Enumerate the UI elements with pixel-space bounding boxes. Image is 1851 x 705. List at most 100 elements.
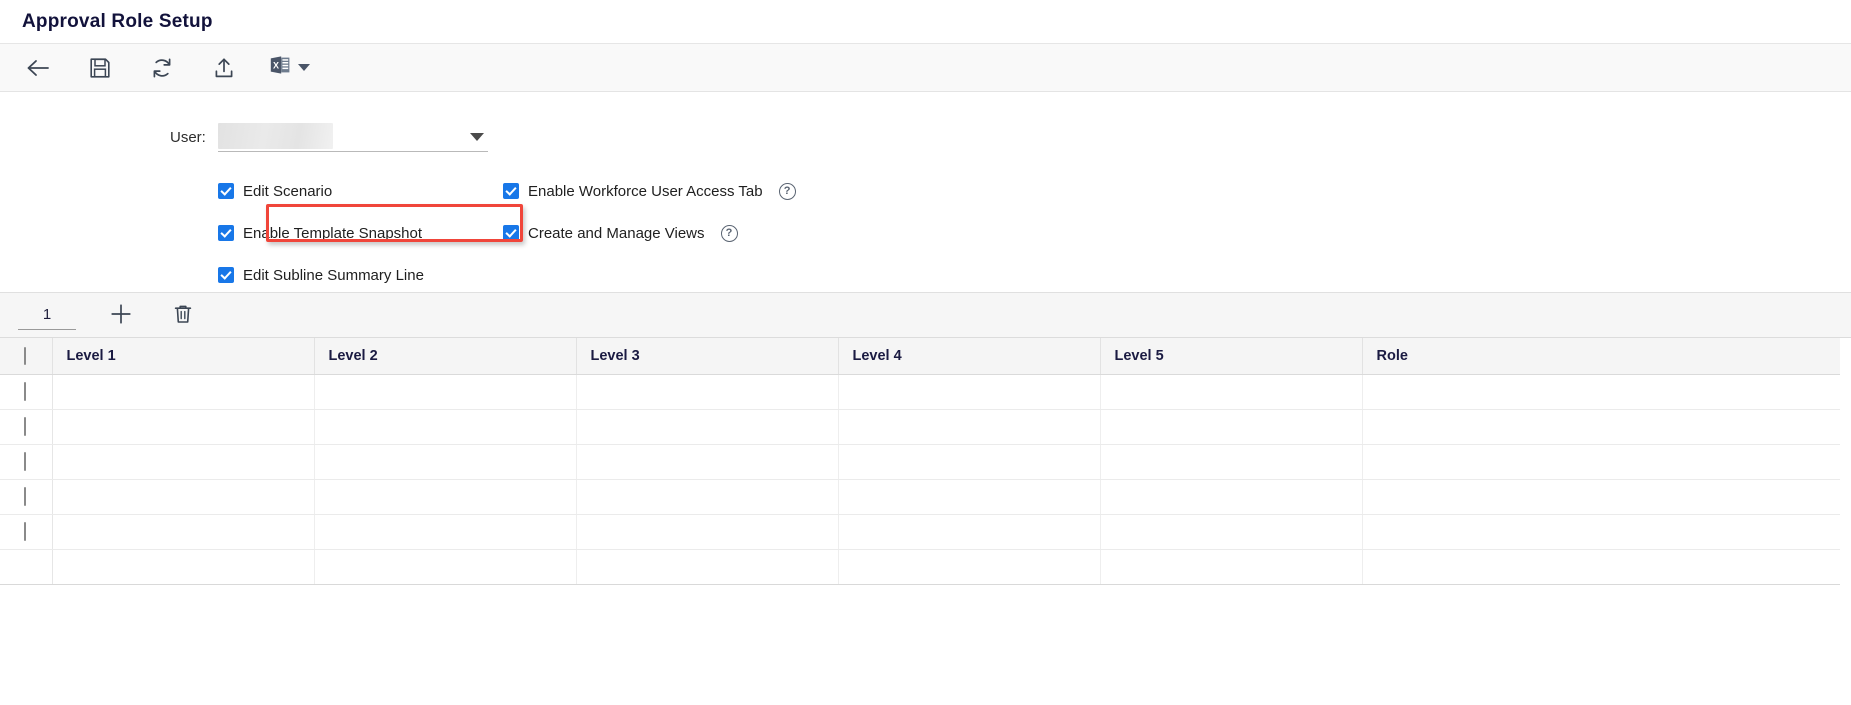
cell-level-2[interactable] — [314, 374, 577, 410]
page-title: Approval Role Setup — [22, 10, 213, 32]
checkbox-checked-icon[interactable] — [503, 225, 519, 241]
column-header-level-5[interactable]: Level 5 — [1100, 338, 1363, 375]
checkbox-checked-icon[interactable] — [218, 225, 234, 241]
grid-header-row: Level 1 Level 2 Level 3 Level 4 Level 5 … — [0, 338, 1840, 375]
plus-icon — [110, 303, 132, 328]
cell-level-3[interactable] — [576, 374, 839, 410]
refresh-icon — [150, 56, 174, 80]
cell-level-3[interactable] — [576, 409, 839, 445]
filler-cell — [314, 549, 577, 584]
column-header-role[interactable]: Role — [1362, 338, 1840, 375]
row-checkbox[interactable] — [24, 521, 27, 541]
row-checkbox[interactable] — [24, 451, 27, 471]
user-select[interactable] — [217, 122, 488, 152]
cell-level-3[interactable] — [576, 479, 839, 515]
row-checkbox[interactable] — [24, 381, 27, 401]
trash-icon — [172, 303, 194, 328]
column-header-level-1[interactable]: Level 1 — [52, 338, 315, 375]
excel-export-button[interactable]: X — [268, 53, 310, 82]
cell-level-2[interactable] — [314, 514, 577, 550]
add-row-button[interactable] — [104, 299, 138, 331]
table-row[interactable] — [0, 444, 1840, 480]
save-disk-icon — [88, 56, 112, 80]
grid-body — [0, 374, 1840, 584]
cell-level-2[interactable] — [314, 479, 577, 515]
filler-cell — [576, 549, 839, 584]
filler-cell — [52, 549, 315, 584]
checkbox-enable-workforce-user-access-tab[interactable]: Enable Workforce User Access Tab ? — [503, 182, 796, 200]
cell-level-5[interactable] — [1100, 514, 1363, 550]
column-header-level-3[interactable]: Level 3 — [576, 338, 839, 375]
cell-level-4[interactable] — [838, 409, 1101, 445]
approval-role-grid: Level 1 Level 2 Level 3 Level 4 Level 5 … — [0, 338, 1840, 585]
column-header-level-2[interactable]: Level 2 — [314, 338, 577, 375]
cell-level-1[interactable] — [52, 479, 315, 515]
checkbox-create-and-manage-views[interactable]: Create and Manage Views ? — [503, 224, 738, 242]
title-bar: Approval Role Setup — [0, 0, 1851, 44]
cell-role[interactable] — [1362, 514, 1840, 550]
cell-level-4[interactable] — [838, 514, 1101, 550]
cell-level-3[interactable] — [576, 444, 839, 480]
cell-level-5[interactable] — [1100, 479, 1363, 515]
row-checkbox[interactable] — [24, 416, 27, 436]
cell-role[interactable] — [1362, 374, 1840, 410]
row-select-cell — [0, 479, 53, 515]
delete-row-button[interactable] — [166, 299, 200, 331]
select-all-checkbox[interactable] — [24, 346, 27, 365]
table-row[interactable] — [0, 514, 1840, 550]
cell-level-1[interactable] — [52, 374, 315, 410]
cell-level-5[interactable] — [1100, 409, 1363, 445]
back-button[interactable] — [20, 51, 56, 85]
column-header-level-4[interactable]: Level 4 — [838, 338, 1101, 375]
checkbox-enable-template-snapshot[interactable]: Enable Template Snapshot — [218, 225, 503, 242]
save-button[interactable] — [82, 51, 118, 85]
checkbox-label: Enable Workforce User Access Tab — [528, 182, 763, 200]
form-area: User: Edit Scenario Enable Workforce Use… — [0, 92, 1851, 292]
user-field-row: User: — [0, 120, 1851, 154]
cell-level-5[interactable] — [1100, 374, 1363, 410]
cell-level-1[interactable] — [52, 514, 315, 550]
row-count-input[interactable] — [18, 300, 76, 330]
table-row[interactable] — [0, 374, 1840, 410]
row-select-cell — [0, 374, 53, 410]
cell-level-3[interactable] — [576, 514, 839, 550]
row-select-cell — [0, 409, 53, 445]
filler-cell — [0, 549, 53, 584]
table-row[interactable] — [0, 409, 1840, 445]
cell-level-4[interactable] — [838, 374, 1101, 410]
help-icon[interactable]: ? — [778, 182, 796, 200]
upload-button[interactable] — [206, 51, 242, 85]
cell-role[interactable] — [1362, 479, 1840, 515]
filler-cell — [1362, 549, 1840, 584]
user-label: User: — [170, 128, 206, 146]
table-row[interactable] — [0, 479, 1840, 515]
cell-level-4[interactable] — [838, 479, 1101, 515]
cell-level-2[interactable] — [314, 444, 577, 480]
cell-level-2[interactable] — [314, 409, 577, 445]
cell-level-5[interactable] — [1100, 444, 1363, 480]
cell-level-1[interactable] — [52, 409, 315, 445]
checkbox-checked-icon[interactable] — [503, 183, 519, 199]
upload-icon — [212, 56, 236, 80]
checkbox-checked-icon[interactable] — [218, 183, 234, 199]
grid-toolbar — [0, 292, 1851, 338]
user-value-redacted — [217, 122, 333, 149]
filler-cell — [838, 549, 1101, 584]
svg-text:X: X — [273, 61, 279, 71]
refresh-button[interactable] — [144, 51, 180, 85]
checkbox-label: Create and Manage Views — [528, 224, 705, 242]
checkbox-edit-subline-summary-line[interactable]: Edit Subline Summary Line — [218, 267, 503, 284]
chevron-down-icon — [298, 64, 310, 71]
cell-role[interactable] — [1362, 409, 1840, 445]
row-checkbox[interactable] — [24, 486, 27, 506]
back-arrow-icon — [25, 57, 51, 79]
checkbox-label: Edit Subline Summary Line — [243, 266, 424, 284]
cell-level-1[interactable] — [52, 444, 315, 480]
checkbox-checked-icon[interactable] — [218, 267, 234, 283]
help-icon[interactable]: ? — [720, 224, 738, 242]
filler-cell — [1100, 549, 1363, 584]
cell-role[interactable] — [1362, 444, 1840, 480]
checkbox-edit-scenario[interactable]: Edit Scenario — [218, 183, 503, 200]
cell-level-4[interactable] — [838, 444, 1101, 480]
grid-filler-row — [0, 549, 1840, 584]
